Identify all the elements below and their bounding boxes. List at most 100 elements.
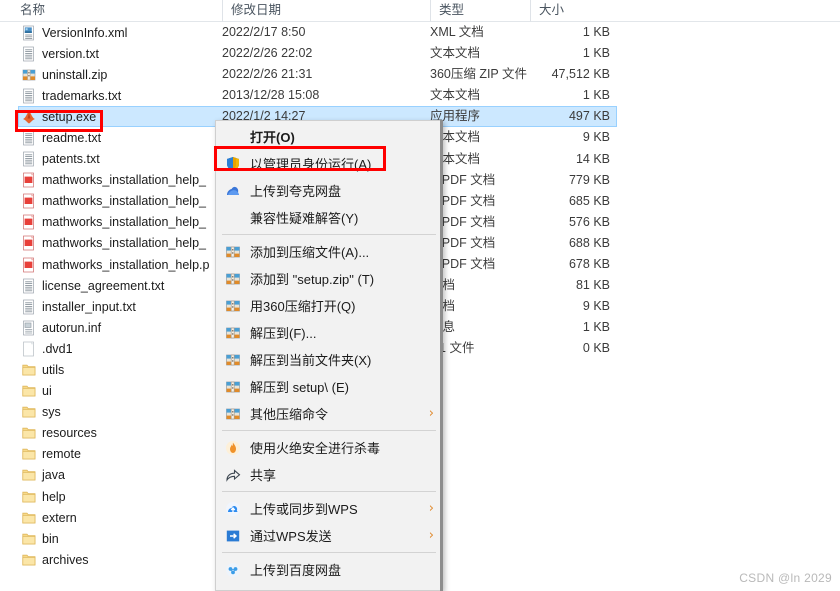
file-name-cell[interactable]: installer_input.txt <box>22 296 136 317</box>
file-name-label: readme.txt <box>42 130 102 145</box>
file-name-cell[interactable]: ui <box>22 381 52 402</box>
file-name-label: license_agreement.txt <box>42 278 165 293</box>
file-name-label: bin <box>42 531 59 546</box>
chevron-right-icon: › <box>428 406 434 421</box>
file-size-cell <box>500 402 610 423</box>
file-name-cell[interactable]: utils <box>22 360 64 381</box>
file-name-cell[interactable]: .dvd1 <box>22 338 73 359</box>
file-name-label: trademarks.txt <box>42 88 122 103</box>
file-name-cell[interactable]: mathworks_installation_help_ <box>22 212 206 233</box>
file-name-cell[interactable]: trademarks.txt <box>22 85 121 106</box>
file-name-label: sys <box>42 405 61 420</box>
archive-icon <box>224 243 242 261</box>
file-name-cell[interactable]: java <box>22 465 65 486</box>
pdf-file-icon <box>22 172 36 188</box>
file-row[interactable]: trademarks.txt 2013/12/28 15:08 文本文档 1 KB <box>0 85 840 106</box>
context-menu[interactable]: 打开(O) 以管理员身份运行(A) 上传到夸克网盘 兼容性疑难解答(Y) 添加到压缩文件… <box>215 120 443 591</box>
file-name-label: help <box>42 489 66 504</box>
blank-file-icon <box>22 341 36 357</box>
file-name-cell[interactable]: help <box>22 486 66 507</box>
menu-item[interactable]: 添加到压缩文件(A)... <box>216 238 442 265</box>
file-name-label: utils <box>42 363 65 377</box>
column-header-row: 名称 修改日期 类型 大小 <box>0 0 840 22</box>
menu-separator <box>222 234 436 235</box>
file-name-cell[interactable]: version.txt <box>22 43 99 64</box>
menu-item[interactable]: 兼容性疑难解答(Y) <box>216 204 442 231</box>
menu-item[interactable]: 其他压缩命令 › <box>216 400 442 427</box>
file-name-cell[interactable]: resources <box>22 423 97 444</box>
column-header-type[interactable]: 类型 <box>430 0 530 22</box>
file-size-cell <box>500 444 610 465</box>
file-name-cell[interactable]: extern <box>22 507 77 528</box>
file-size-cell: 497 KB <box>568 109 610 124</box>
menu-item[interactable]: 添加到 "setup.zip" (T) <box>216 265 442 292</box>
folder-icon <box>22 362 36 378</box>
file-name-cell[interactable]: remote <box>22 444 81 465</box>
menu-item[interactable]: 用360压缩打开(Q) <box>216 292 442 319</box>
file-name-cell[interactable]: license_agreement.txt <box>22 275 164 296</box>
file-name-cell[interactable]: bin <box>22 528 59 549</box>
menu-item[interactable]: 上传到百度网盘 <box>216 556 442 583</box>
file-size-cell: 678 KB <box>568 257 610 272</box>
pdf-file-icon <box>22 235 36 251</box>
pdf-file-icon <box>22 257 36 273</box>
menu-item[interactable]: 解压到 setup\ (E) <box>216 373 442 400</box>
column-header-date[interactable]: 修改日期 <box>222 0 430 22</box>
chevron-right-icon: › <box>428 501 434 516</box>
file-size-cell: 14 KB <box>575 151 610 166</box>
file-size-cell: 1 KB <box>582 25 610 39</box>
menu-item[interactable]: 解压到(F)... <box>216 319 442 346</box>
file-name-cell[interactable]: setup.exe <box>22 106 96 127</box>
text-file-icon <box>22 130 36 146</box>
file-size-cell: 685 KB <box>568 193 610 208</box>
menu-item[interactable]: 共享 <box>216 461 442 488</box>
file-name-cell[interactable]: readme.txt <box>22 127 101 148</box>
folder-icon <box>22 425 36 441</box>
file-size-cell <box>500 507 610 528</box>
menu-item-label: 添加到压缩文件(A)... <box>250 245 370 260</box>
menu-item[interactable]: 上传到夸克网盘 <box>216 177 442 204</box>
file-name-cell[interactable]: VersionInfo.xml <box>22 22 127 43</box>
no-icon <box>224 128 242 146</box>
file-name-cell[interactable]: autorun.inf <box>22 317 101 338</box>
file-size-cell: 9 KB <box>582 130 610 145</box>
menu-item-label: 同步至其它设备 <box>250 587 420 590</box>
file-name-cell[interactable]: patents.txt <box>22 149 100 170</box>
menu-item[interactable]: 以管理员身份运行(A) <box>216 150 442 177</box>
archive-icon <box>224 270 242 288</box>
file-name-cell[interactable]: mathworks_installation_help_ <box>22 233 206 254</box>
pdf-file-icon <box>22 214 36 230</box>
explorer-window: 名称 修改日期 类型 大小 VersionInfo.xml 2022/2/17 8… <box>0 0 840 591</box>
menu-item[interactable]: 打开(O) <box>216 123 442 150</box>
baidu-netdisk-icon <box>224 561 242 579</box>
file-date-cell: 2022/2/26 21:31 <box>222 67 313 82</box>
file-name-label: patents.txt <box>42 152 100 167</box>
menu-item-label: 使用火绝安全进行杀毒 <box>250 441 381 456</box>
file-row[interactable]: uninstall.zip 2022/2/26 21:31 360压缩 ZIP 文件… <box>0 64 840 85</box>
file-name-cell[interactable]: mathworks_installation_help_ <box>22 191 206 212</box>
file-date-cell: 2022/2/26 22:02 <box>222 46 313 61</box>
column-header-name[interactable]: 名称 <box>12 0 222 22</box>
menu-item[interactable]: 解压到当前文件夹(X) <box>216 346 442 373</box>
file-name-cell[interactable]: archives <box>22 549 89 570</box>
file-size-cell: 576 KB <box>568 214 610 229</box>
menu-item[interactable]: 通过WPS发送 › <box>216 522 442 549</box>
menu-item[interactable]: 同步至其它设备 <box>216 583 442 590</box>
file-name-cell[interactable]: uninstall.zip <box>22 64 107 85</box>
file-row[interactable]: version.txt 2022/2/26 22:02 文本文档 1 KB <box>0 43 840 64</box>
file-name-cell[interactable]: mathworks_installation_help_ <box>22 170 206 191</box>
menu-item[interactable]: 使用火绝安全进行杀毒 <box>216 434 442 461</box>
file-date-cell: 2013/12/28 15:08 <box>222 88 320 103</box>
file-type-cell: 文本文档 <box>430 46 481 61</box>
folder-icon <box>22 531 36 547</box>
text-file-icon <box>22 88 36 104</box>
menu-separator <box>222 552 436 553</box>
file-name-cell[interactable]: sys <box>22 402 61 423</box>
menu-item[interactable]: 上传或同步到WPS › <box>216 495 442 522</box>
file-row[interactable]: VersionInfo.xml 2022/2/17 8:50 XML 文档 1 KB <box>0 22 840 43</box>
column-header-size[interactable]: 大小 <box>530 0 618 22</box>
folder-icon <box>22 510 36 526</box>
file-name-label: resources <box>42 426 97 441</box>
file-name-cell[interactable]: mathworks_installation_help.p <box>22 254 209 275</box>
matlab-exe-icon <box>22 109 36 125</box>
